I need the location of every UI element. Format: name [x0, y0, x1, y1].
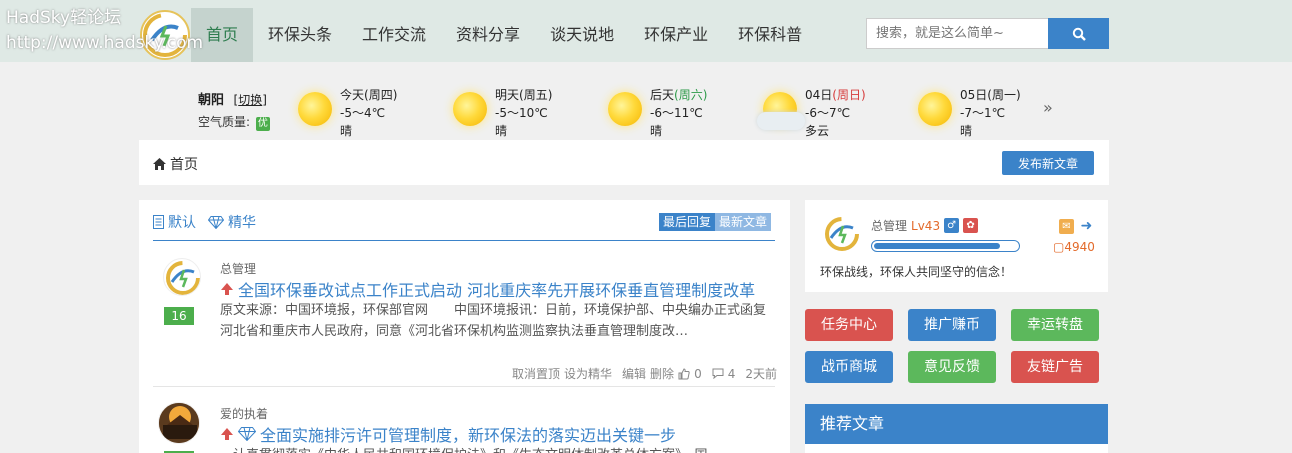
friend-links-button[interactable]: 友链广告	[1011, 351, 1099, 383]
watermark-line1: HadSky轻论坛	[6, 8, 122, 28]
tab-featured[interactable]: 精华	[208, 212, 256, 232]
document-icon	[153, 215, 164, 229]
post-excerpt: 认真贯彻落实《中华人民共和国环境保护法》和《生态文明体制改革总体方案》，国	[220, 445, 772, 453]
breadcrumb-bar: 首页 发布新文章	[139, 140, 1109, 185]
like-count: 0	[694, 366, 702, 381]
user-name[interactable]: 总管理	[871, 217, 907, 234]
post-list-panel: 默认 精华 最后回复 最新文章 16 总管理 全国环保垂改试点工作正式启动 河北…	[139, 200, 790, 453]
nav-item-science[interactable]: 环保科普	[723, 8, 817, 62]
sun-icon	[918, 92, 952, 126]
promote-earn-button[interactable]: 推广赚币	[908, 309, 996, 341]
post-author[interactable]: 爱的执着	[220, 405, 268, 422]
diamond-icon	[238, 427, 256, 441]
comment-icon	[712, 368, 724, 379]
nav-item-work[interactable]: 工作交流	[347, 8, 441, 62]
post-meta: 取消置顶 设为精华 编辑 删除 0 4 2天前	[512, 365, 788, 382]
xp-progress-bar	[871, 240, 1020, 252]
nav-item-resources[interactable]: 资料分享	[441, 8, 535, 62]
user-motto: 环保战线，环保人共同坚守的信念！	[820, 265, 1013, 279]
search-box	[866, 18, 1109, 49]
mail-icon[interactable]: ✉	[1059, 219, 1074, 234]
city-name: 朝阳	[198, 93, 225, 108]
avatar[interactable]	[158, 402, 200, 444]
user-points: ▢4940	[1053, 240, 1095, 254]
sort-buttons: 最后回复 最新文章	[659, 213, 772, 231]
post-excerpt: 原文来源：中国环境报，环保部官网 中国环境报讯：日前，环境保护部、中央编办正式函…	[220, 303, 767, 339]
edit-link[interactable]: 编辑	[622, 365, 646, 382]
nav-item-chat[interactable]: 谈天说地	[535, 8, 629, 62]
weather-day: 04日(周日) -6～7℃ 多云	[757, 84, 913, 140]
aq-badge: 优	[255, 117, 270, 131]
reply-count-badge: 16	[164, 307, 194, 325]
main-nav: 首页 环保头条 工作交流 资料分享 谈天说地 环保产业 环保科普	[191, 8, 817, 62]
delete-link[interactable]: 删除	[650, 365, 674, 382]
aq-label: 空气质量:	[198, 115, 251, 129]
weather-widget: 朝阳 [切换] 空气质量: 优 今天(周四) -5～4℃ 晴 明天(周五) -5…	[140, 84, 1108, 140]
home-icon	[153, 158, 166, 170]
nav-item-industry[interactable]: 环保产业	[629, 8, 723, 62]
feedback-button[interactable]: 意见反馈	[908, 351, 996, 383]
weather-day: 明天(周五) -5～10℃ 晴	[453, 84, 603, 140]
search-input[interactable]	[866, 18, 1048, 49]
user-info: 总管理 Lv43 ♂ ✿	[871, 217, 979, 234]
post-divider	[153, 386, 775, 387]
logout-icon[interactable]: ➜	[1079, 219, 1094, 234]
post-title[interactable]: 全面实施排污许可管理制度，新环保法的落实迈出关键一步	[220, 422, 676, 446]
nav-item-headlines[interactable]: 环保头条	[253, 8, 347, 62]
comment-count: 4	[727, 366, 736, 381]
cloud-icon	[757, 112, 805, 130]
recommended-title: 推荐文章	[805, 404, 1108, 444]
task-center-button[interactable]: 任务中心	[805, 309, 893, 341]
avatar[interactable]	[163, 258, 201, 296]
points-icon: ▢	[1053, 240, 1065, 254]
post-title[interactable]: 全国环保垂改试点工作正式启动 河北重庆率先开展环保垂直管理制度改革	[220, 277, 755, 301]
sun-icon	[453, 92, 487, 126]
weather-day: 今天(周四) -5～4℃ 晴	[298, 84, 448, 140]
search-button[interactable]	[1048, 18, 1109, 49]
weather-city: 朝阳 [切换]	[198, 89, 267, 108]
breadcrumb-home[interactable]: 首页	[170, 154, 198, 174]
user-level: Lv43	[911, 218, 941, 233]
diamond-icon	[208, 215, 224, 229]
unpin-link[interactable]: 取消置顶	[512, 365, 560, 382]
publish-article-button[interactable]: 发布新文章	[1002, 151, 1094, 175]
sun-icon	[298, 92, 332, 126]
coin-shop-button[interactable]: 战币商城	[805, 351, 893, 383]
pinned-arrow-icon	[221, 283, 233, 295]
xp-progress-fill	[874, 243, 1000, 249]
thumbs-up-icon[interactable]	[678, 367, 690, 380]
recommended-panel: 推荐文章	[805, 404, 1108, 453]
sun-icon	[608, 92, 642, 126]
sort-last-reply-button[interactable]: 最后回复	[659, 213, 716, 231]
watermark: HadSky轻论坛 http://www.hadsky.com	[6, 6, 203, 56]
male-icon: ♂	[944, 218, 960, 233]
pinned-arrow-icon	[221, 428, 233, 440]
search-icon	[1072, 27, 1086, 41]
lucky-wheel-button[interactable]: 幸运转盘	[1011, 309, 1099, 341]
breadcrumb[interactable]: 首页	[153, 154, 198, 174]
air-quality: 空气质量: 优	[198, 113, 270, 131]
post-author[interactable]: 总管理	[220, 260, 256, 277]
watermark-line2: http://www.hadsky.com	[6, 33, 204, 53]
weather-more-icon[interactable]: »	[1043, 98, 1053, 117]
avatar[interactable]	[823, 215, 861, 253]
list-tabs: 默认 精华	[153, 212, 256, 232]
user-actions: ✉ ➜	[1059, 219, 1094, 234]
tab-default[interactable]: 默认	[153, 212, 196, 232]
set-featured-link[interactable]: 设为精华	[564, 365, 612, 382]
user-card: 总管理 Lv43 ♂ ✿ ✉ ➜ ▢4940 环保战线，环保人共同坚守的信念！	[805, 200, 1108, 292]
weather-day: 后天(周六) -6～11℃ 晴	[608, 84, 758, 140]
city-switch-link[interactable]: [切换]	[234, 93, 267, 107]
settings-icon[interactable]: ✿	[963, 218, 979, 233]
tab-divider	[153, 240, 775, 241]
post-time: 2天前	[745, 367, 777, 381]
sort-newest-button[interactable]: 最新文章	[715, 213, 772, 231]
